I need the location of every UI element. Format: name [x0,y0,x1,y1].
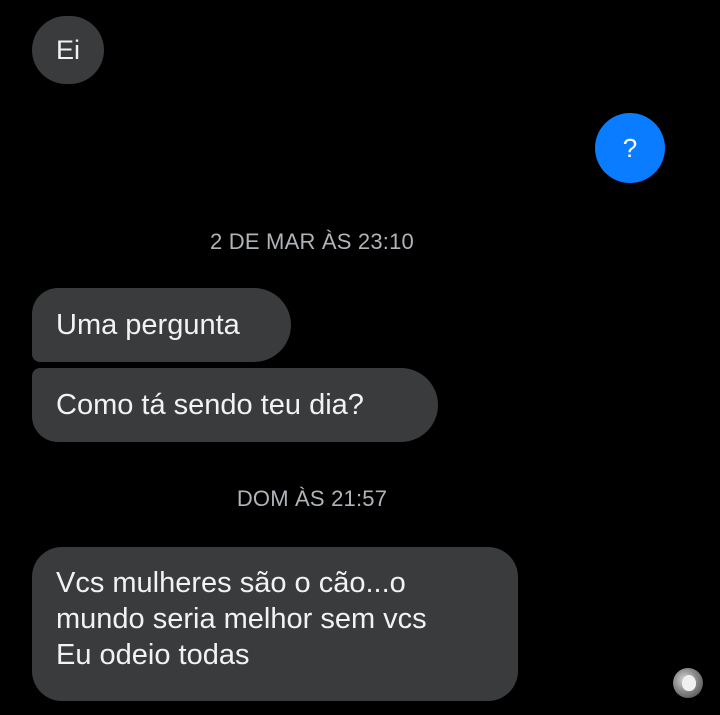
message-text: Uma pergunta [56,309,240,341]
avatar-figure [682,675,696,691]
message-text: ? [622,132,638,163]
message-line: mundo seria melhor sem vcs [56,603,427,635]
message-timestamp: DOM ÀS 21:57 [236,486,388,511]
message-line: Eu odeio todas [56,639,250,671]
message-timestamp: 2 DE MAR ÀS 23:10 [210,229,414,254]
received-message-bubble[interactable]: Ei [32,16,104,84]
seen-avatar-icon [673,668,703,698]
received-message-bubble[interactable]: Vcs mulheres são o cão...o mundo seria m… [32,547,518,701]
sent-message-bubble[interactable]: ? [595,113,665,183]
message-line: Vcs mulheres são o cão...o [56,567,406,599]
message-text: Ei [55,35,80,65]
received-message-bubble[interactable]: Uma pergunta [32,288,291,362]
received-message-bubble[interactable]: Como tá sendo teu dia? [32,368,438,442]
message-text: Como tá sendo teu dia? [56,389,364,421]
